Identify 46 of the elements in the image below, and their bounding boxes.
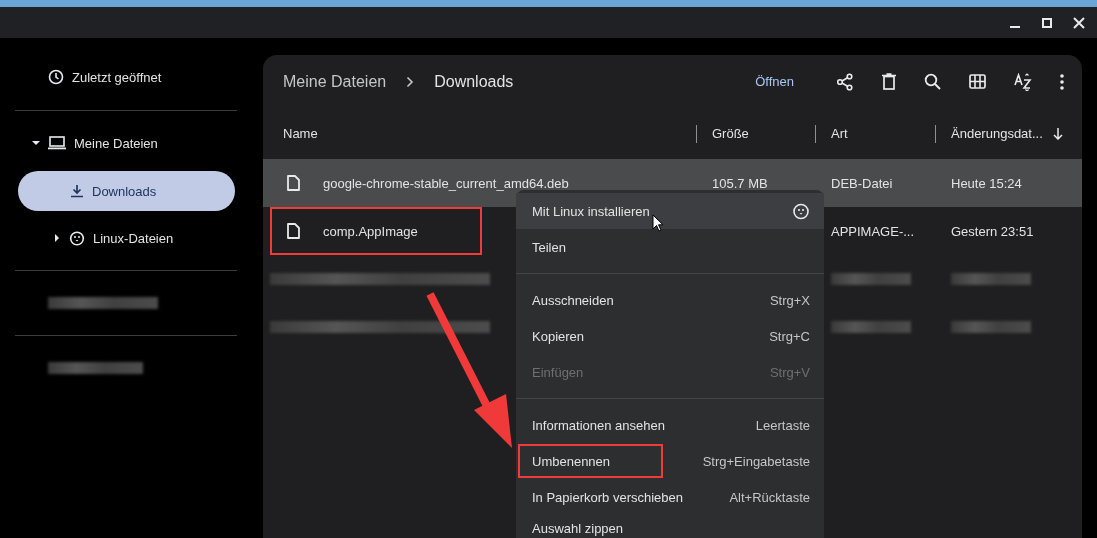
menu-item[interactable]: Mit Linux installieren	[516, 193, 824, 229]
sidebar-item[interactable]: Downloads	[18, 171, 235, 211]
penguin-icon	[792, 202, 810, 220]
file-size: 105.7 MB	[712, 175, 768, 191]
file-name: comp.AppImage	[323, 223, 418, 239]
search-icon[interactable]	[924, 73, 941, 90]
download-icon	[70, 184, 84, 198]
caret-icon[interactable]	[53, 234, 61, 242]
file-type: APPIMAGE-...	[831, 223, 915, 239]
open-button[interactable]: Öffnen	[745, 68, 804, 95]
modified-date: Heute 15:24	[951, 175, 1022, 191]
sort-icon[interactable]	[1014, 72, 1032, 91]
menu-item[interactable]: Informationen ansehen Leertaste	[516, 407, 824, 443]
menu-item[interactable]: Umbenennen Strg+Eingabetaste	[516, 443, 824, 479]
breadcrumb-item[interactable]: Meine Dateien	[283, 72, 387, 91]
file-name: google-chrome-stable_current_amd64.deb	[323, 175, 569, 191]
file-icon	[287, 223, 300, 239]
menu-item[interactable]: Ausschneiden Strg+X	[516, 282, 824, 318]
menu-item[interactable]: Kopieren Strg+C	[516, 318, 824, 354]
modified-date: Gestern 23:51	[951, 223, 1034, 239]
delete-icon[interactable]	[882, 73, 896, 90]
close-icon[interactable]	[1073, 16, 1085, 29]
caret-icon[interactable]	[32, 139, 40, 147]
more-icon[interactable]	[1060, 73, 1064, 90]
file-icon	[287, 175, 300, 191]
share-icon[interactable]	[836, 72, 854, 91]
clock-icon	[48, 69, 64, 85]
menu-item[interactable]: Teilen	[516, 229, 824, 265]
laptop-icon	[48, 136, 66, 150]
column-header[interactable]: Größe	[712, 126, 749, 141]
sidebar-item[interactable]: Meine Dateien	[0, 119, 263, 167]
sidebar-item[interactable]: Zuletzt geöffnet	[0, 49, 263, 105]
column-header[interactable]: Name	[283, 126, 318, 141]
chevron-icon	[406, 75, 415, 88]
menu-item[interactable]: Auswahl zippen	[516, 515, 824, 536]
breadcrumb-item[interactable]: Downloads	[434, 72, 514, 91]
maximize-icon[interactable]	[1041, 16, 1053, 29]
penguin-icon	[69, 230, 85, 246]
arrow-down-icon[interactable]	[1052, 127, 1063, 140]
file-type: DEB-Datei	[831, 175, 893, 191]
column-header[interactable]: Änderungsdat...	[951, 126, 1043, 141]
column-header[interactable]: Art	[831, 126, 848, 141]
grid-icon[interactable]	[969, 74, 986, 89]
sidebar-item[interactable]: Linux-Dateien	[18, 215, 235, 261]
mouse-pointer-icon	[652, 214, 664, 232]
menu-item[interactable]: In Papierkorb verschieben Alt+Rücktaste	[516, 479, 824, 515]
